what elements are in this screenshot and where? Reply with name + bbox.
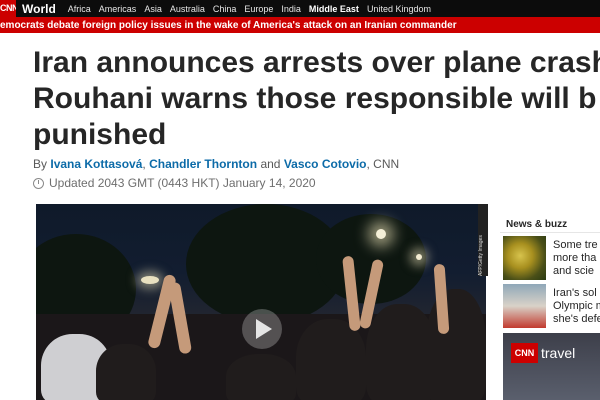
news-buzz-text[interactable]: Iran's sol Olympic m she's defe xyxy=(553,287,600,326)
news-buzz-text[interactable]: Some tre more tha and scie xyxy=(553,239,598,278)
nav-item-india[interactable]: India xyxy=(281,4,301,14)
news-buzz-item[interactable]: Some tre more tha and scie xyxy=(500,236,600,282)
photo-credit: AFP/Getty Images xyxy=(478,204,488,276)
cnn-travel-ad[interactable]: CNN travel xyxy=(503,333,600,400)
byline-and: and xyxy=(260,157,281,171)
news-buzz-line[interactable]: she's defe xyxy=(553,313,600,326)
ticker-text[interactable]: emocrats debate foreign policy issues in… xyxy=(0,20,457,31)
author-link[interactable]: Vasco Cotovio xyxy=(284,157,367,171)
street-lamp xyxy=(141,276,159,284)
headline-line: Iran announces arrests over plane crash xyxy=(33,46,600,79)
news-buzz-line[interactable]: more tha xyxy=(553,252,598,265)
nav-item-united-kingdom[interactable]: United Kingdom xyxy=(367,4,431,14)
news-buzz-item[interactable]: Iran's sol Olympic m she's defe xyxy=(500,284,600,330)
nav-item-africa[interactable]: Africa xyxy=(68,4,91,14)
person-silhouette xyxy=(426,289,486,400)
section-title[interactable]: World xyxy=(22,2,56,16)
author-link[interactable]: Chandler Thornton xyxy=(149,157,257,171)
news-buzz-line[interactable]: and scie xyxy=(553,265,598,278)
thumbnail-image[interactable] xyxy=(503,236,546,280)
light-glow xyxy=(376,229,386,239)
updated-timestamp: Updated 2043 GMT (0443 HKT) January 14, … xyxy=(33,176,316,190)
ad-word: travel xyxy=(541,345,576,361)
news-buzz-line[interactable]: Iran's sol xyxy=(553,287,600,300)
play-icon[interactable] xyxy=(242,309,282,349)
byline-source: , CNN xyxy=(366,157,400,171)
byline: By Ivana Kottasová, Chandler Thornton an… xyxy=(33,157,399,171)
nav-item-middle-east[interactable]: Middle East xyxy=(309,4,359,14)
author-link[interactable]: Ivana Kottasová xyxy=(50,157,142,171)
headline-line: Rouhani warns those responsible will b xyxy=(33,82,597,115)
headline-line: punished xyxy=(33,118,167,151)
divider xyxy=(500,232,600,233)
person-silhouette xyxy=(226,354,296,400)
nav-item-australia[interactable]: Australia xyxy=(170,4,205,14)
top-nav: CNN World Africa Americas Asia Australia… xyxy=(0,0,600,33)
nav-item-asia[interactable]: Asia xyxy=(144,4,162,14)
page: CNN World Africa Americas Asia Australia… xyxy=(0,0,600,400)
video-player[interactable] xyxy=(36,204,486,400)
news-buzz-title: News & buzz xyxy=(506,219,568,230)
light-glow xyxy=(416,254,422,260)
person-silhouette xyxy=(96,344,156,400)
breaking-ticker[interactable]: emocrats debate foreign policy issues in… xyxy=(0,17,600,33)
byline-separator: , xyxy=(142,157,146,171)
person-silhouette xyxy=(296,319,366,400)
nav-item-europe[interactable]: Europe xyxy=(244,4,273,14)
nav-item-china[interactable]: China xyxy=(213,4,237,14)
byline-prefix: By xyxy=(33,157,48,171)
ad-logo: CNN xyxy=(511,343,538,363)
article-headline: Iran announces arrests over plane crash … xyxy=(33,45,600,153)
news-buzz-line[interactable]: Olympic m xyxy=(553,300,600,313)
clock-icon xyxy=(33,177,44,189)
news-buzz-line[interactable]: Some tre xyxy=(553,239,598,252)
nav-item-americas[interactable]: Americas xyxy=(99,4,137,14)
updated-text: Updated 2043 GMT (0443 HKT) January 14, … xyxy=(49,176,316,190)
thumbnail-image[interactable] xyxy=(503,284,546,328)
